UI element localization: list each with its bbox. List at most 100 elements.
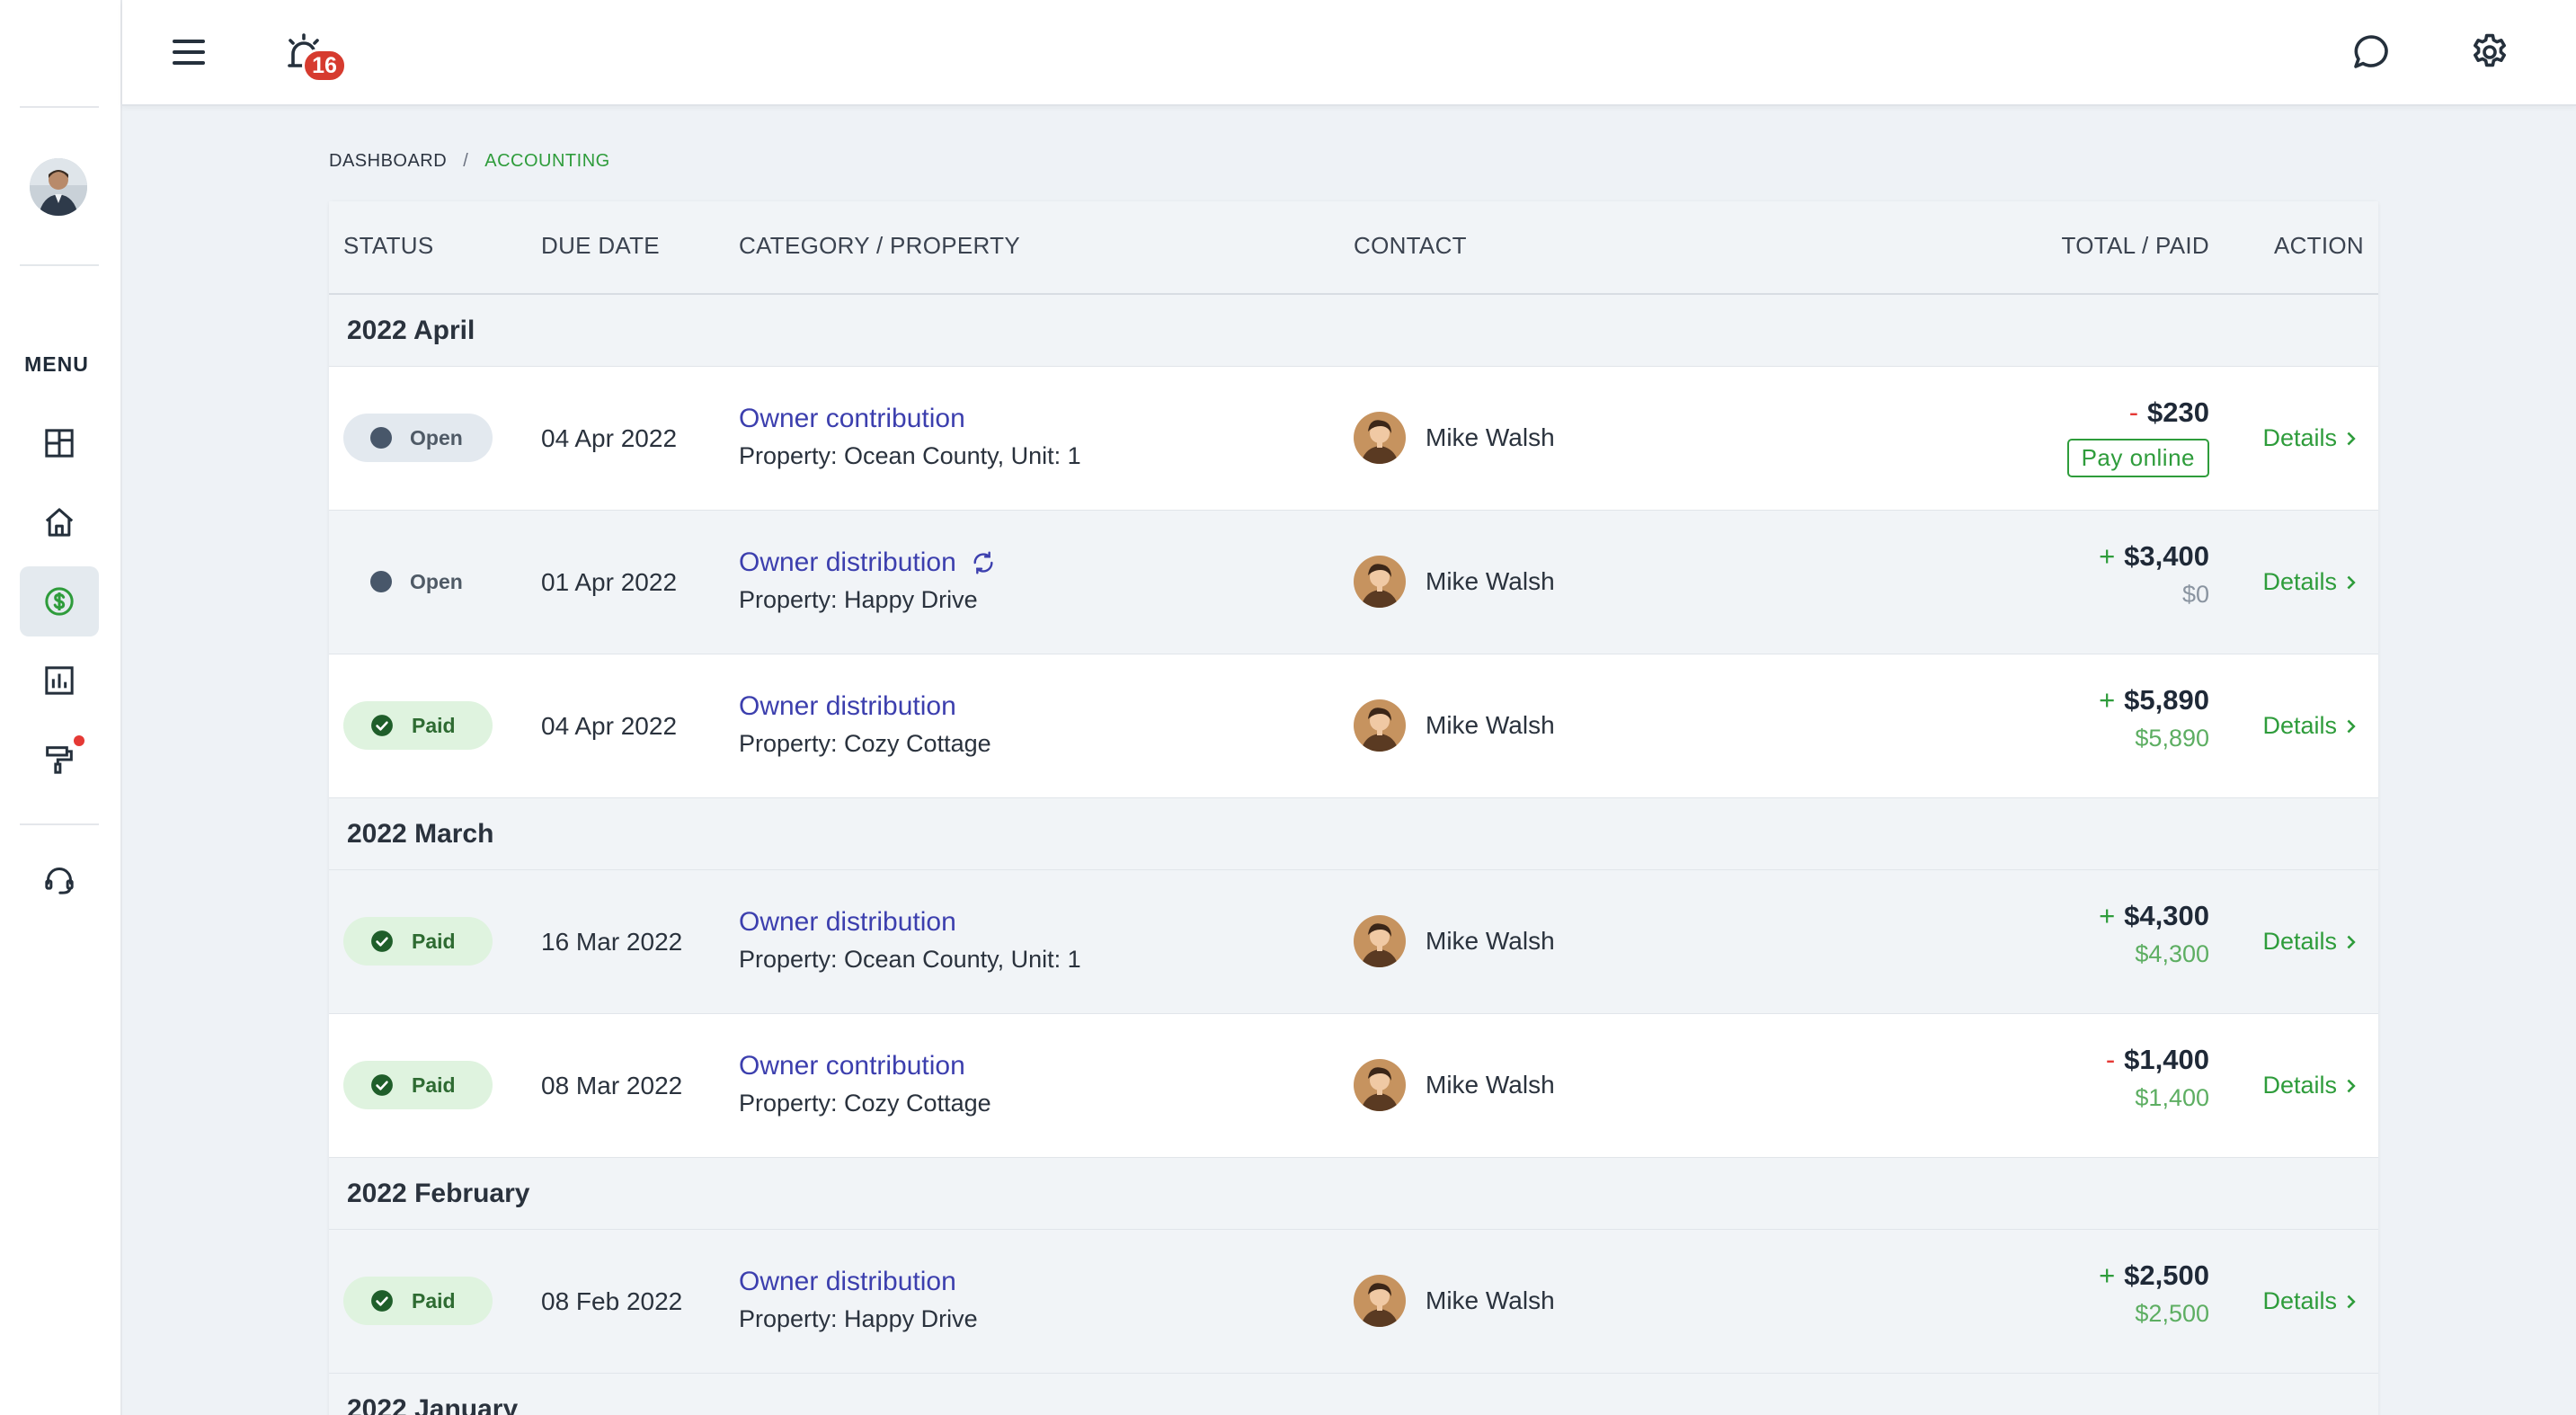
contact-name[interactable]: Mike Walsh [1426,1071,1555,1099]
top-header: 16 [122,0,2576,106]
breadcrumb-separator: / [463,151,469,171]
category-link[interactable]: Owner distribution [739,906,1081,939]
column-header-action: ACTION [2273,232,2364,259]
column-header-contact[interactable]: CONTACT [1354,232,1467,260]
details-link[interactable]: Details [2262,712,2357,740]
report-chart-icon [45,666,74,695]
column-header-due-date[interactable]: DUE DATE [541,232,660,260]
contact-name[interactable]: Mike Walsh [1426,423,1555,452]
property-label: Property: Happy Drive [739,586,978,613]
due-date: 01 Apr 2022 [541,568,678,596]
chevron-right-icon [2347,575,2356,589]
due-date: 04 Apr 2022 [541,424,678,452]
details-link[interactable]: Details [2262,928,2357,956]
chat-icon [2354,35,2388,68]
sidebar-item-maintenance[interactable] [20,725,99,795]
details-link[interactable]: Details [2262,424,2357,452]
table-row[interactable]: Open 04 Apr 2022 Owner contribution Prop… [329,367,2378,511]
recurring-icon [973,551,993,574]
chevron-right-icon [2347,1295,2356,1308]
menu-toggle-button[interactable] [160,23,218,81]
column-header-category[interactable]: CATEGORY / PROPERTY [739,232,1020,260]
pay-online-button[interactable]: Pay online [2066,439,2209,477]
status-badge-paid: Paid [343,701,493,750]
menu-title: MENU [24,352,89,376]
notifications-button[interactable]: 16 [275,23,347,83]
sidebar: MENU [0,0,122,1415]
contact-cell: Mike Walsh [1354,412,1555,464]
sidebar-item-support[interactable] [20,845,99,915]
status-label: Open [410,569,463,593]
contact-avatar [1354,699,1406,752]
category-cell: Owner contribution Property: Cozy Cottag… [739,1050,991,1117]
sidebar-item-properties[interactable] [20,487,99,557]
contact-name[interactable]: Mike Walsh [1426,567,1555,596]
total-amount: + $4,300 [2099,900,2209,931]
gear-icon [2474,33,2506,67]
table-row[interactable]: Paid 16 Mar 2022 Owner distribution Prop… [329,870,2378,1014]
status-label: Paid [412,929,456,953]
contact-avatar [1354,412,1406,464]
chevron-right-icon [2347,432,2356,445]
due-date: 16 Mar 2022 [541,928,683,956]
month-group-header: 2022 March [329,798,2378,870]
category-link[interactable]: Owner distribution [739,690,991,723]
sidebar-item-reports[interactable] [20,645,99,716]
category-cell: Owner distribution Property: Happy Drive [739,547,998,614]
table-row[interactable]: Paid 08 Mar 2022 Owner contribution Prop… [329,1014,2378,1158]
sidebar-item-accounting[interactable] [20,566,99,636]
status-dot-icon [370,427,392,449]
details-link[interactable]: Details [2262,1287,2357,1315]
category-link[interactable]: Owner distribution [739,547,998,579]
user-avatar[interactable] [30,158,87,216]
total-paid-cell: + $4,300 $4,300 [2099,899,2209,968]
contact-cell: Mike Walsh [1354,699,1555,752]
contact-avatar [1354,1059,1406,1111]
contact-name[interactable]: Mike Walsh [1426,1286,1555,1315]
details-link[interactable]: Details [2262,568,2357,596]
messages-button[interactable] [2342,23,2400,81]
table-header: STATUS DUE DATE CATEGORY / PROPERTY CONT… [329,201,2378,295]
contact-avatar [1354,915,1406,967]
property-label: Property: Ocean County, Unit: 1 [739,442,1081,469]
contact-cell: Mike Walsh [1354,1275,1555,1327]
status-badge-open: Open [343,557,493,606]
month-group-header: 2022 February [329,1158,2378,1230]
check-circle-icon [371,1290,393,1312]
settings-button[interactable] [2461,23,2518,81]
home-icon [45,508,74,537]
category-link[interactable]: Owner contribution [739,1050,991,1082]
contact-avatar [1354,556,1406,608]
column-header-total[interactable]: TOTAL / PAID [2062,232,2209,260]
contact-name[interactable]: Mike Walsh [1426,711,1555,740]
table-row[interactable]: Paid 08 Feb 2022 Owner distribution Prop… [329,1230,2378,1374]
total-amount: + $3,400 [2099,540,2209,572]
category-link[interactable]: Owner distribution [739,1266,978,1298]
status-dot-icon [370,571,392,592]
table-row[interactable]: Open 01 Apr 2022 Owner distribution Prop… [329,511,2378,654]
contact-cell: Mike Walsh [1354,1059,1555,1111]
sidebar-item-dashboard[interactable] [20,408,99,478]
paid-amount: $4,300 [2135,940,2209,967]
breadcrumb-accounting: ACCOUNTING [484,151,610,171]
total-amount: - $230 [2128,396,2209,428]
paid-amount: $1,400 [2135,1084,2209,1111]
table-row[interactable]: Paid 04 Apr 2022 Owner distribution Prop… [329,654,2378,798]
alert-dot [74,735,84,746]
total-amount: - $1,400 [2105,1044,2209,1075]
property-label: Property: Happy Drive [739,1305,978,1332]
category-link[interactable]: Owner contribution [739,403,1081,435]
paid-amount: $0 [2181,581,2209,608]
chevron-right-icon [2347,1079,2356,1092]
details-link[interactable]: Details [2262,1072,2357,1099]
total-paid-cell: + $3,400 $0 [2099,539,2209,609]
status-badge-paid: Paid [343,917,493,966]
property-label: Property: Cozy Cottage [739,1090,991,1117]
paint-roller-icon [46,746,73,774]
column-header-status[interactable]: STATUS [343,232,434,260]
contact-avatar [1354,1275,1406,1327]
paid-amount: $2,500 [2135,1300,2209,1327]
sidebar-divider [20,823,99,825]
breadcrumb-dashboard[interactable]: DASHBOARD [329,151,447,172]
contact-name[interactable]: Mike Walsh [1426,927,1555,956]
